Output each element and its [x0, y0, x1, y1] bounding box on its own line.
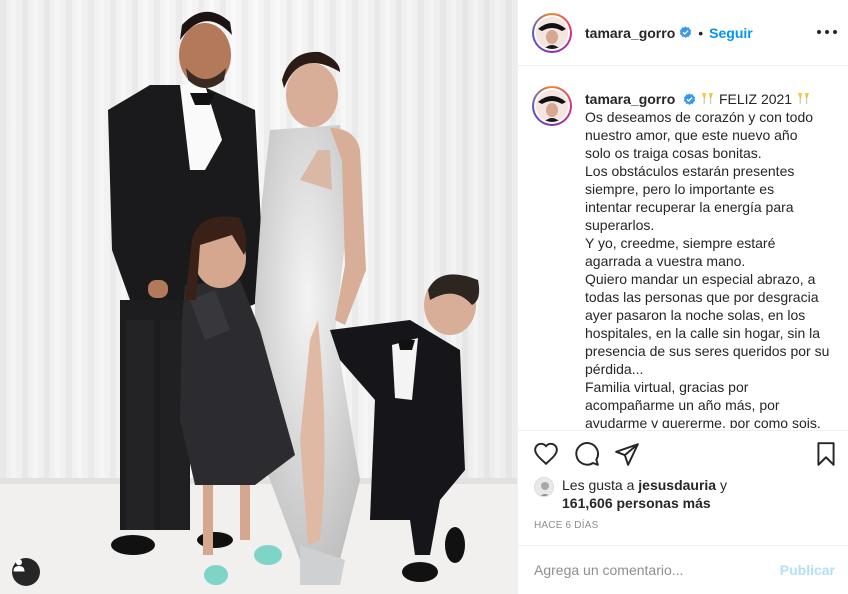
caption-username[interactable]: tamara_gorro [585, 91, 675, 107]
caption-line: ayudarme y quererme, por como sois. [585, 415, 821, 428]
champagne-toast-icon [702, 93, 714, 104]
comment-input[interactable] [534, 562, 780, 578]
caption-line: Familia virtual, gracias por [585, 379, 749, 395]
caption-line: solo os traiga cosas bonitas. [585, 145, 762, 161]
caption-line: hospitales, en la calle sin hogar, sin l… [585, 325, 821, 341]
post-photo[interactable] [0, 0, 517, 594]
save-bookmark-icon[interactable] [813, 441, 839, 467]
caption-line: Y yo, creedme, siempre estaré [585, 235, 776, 251]
caption-area: tamara_gorro FELIZ 2021 Os deseamos de c… [518, 66, 848, 428]
comment-bubble-icon[interactable] [574, 441, 600, 467]
follow-button[interactable]: Seguir [709, 25, 753, 41]
caption-line: Os deseamos de corazón y con todo [585, 109, 814, 125]
user-tag-icon[interactable] [12, 558, 40, 586]
post-timestamp[interactable]: HACE 6 DÍAS [534, 520, 598, 531]
caption-line: ayer pasaron la noche solas, en los [585, 307, 806, 323]
likes-prefix: Les gusta a [562, 477, 635, 493]
author-avatar-image [536, 16, 568, 49]
caption-line-0: FELIZ 2021 [718, 91, 793, 107]
caption-line: pérdida... [585, 361, 644, 377]
post-header: tamara_gorro • Seguir [518, 0, 848, 66]
caption-line: intentar recuperar la energía para [585, 199, 794, 215]
header-separator: • [698, 24, 704, 41]
caption-author-avatar[interactable] [532, 86, 572, 126]
likes-summary: Les gusta a jesusdauria y 161,606 person… [534, 476, 834, 512]
caption-line: Los obstáculos estarán presentes [585, 163, 795, 179]
post-actions [518, 430, 848, 472]
liker-username[interactable]: jesusdauria [638, 477, 716, 493]
caption-line: todas las personas que por desgracia [585, 289, 819, 305]
caption-line: nuestro amor, que este nuevo año [585, 127, 798, 143]
verified-badge-icon [680, 26, 692, 38]
caption-verified-badge-icon [683, 93, 696, 105]
caption-line: superarlos. [585, 217, 655, 233]
caption-line: agarrada a vuestra mano. [585, 253, 746, 269]
caption-avatar-image [536, 90, 568, 122]
post-comment-button[interactable]: Publicar [780, 562, 835, 578]
person-silhouette-icon [13, 559, 25, 572]
caption-line: presencia de sus seres queridos por su [585, 343, 830, 359]
family-photo-illustration [0, 0, 517, 594]
liker-avatar[interactable] [534, 477, 554, 497]
liker-avatar-image [535, 478, 553, 496]
share-paper-plane-icon[interactable] [614, 441, 640, 467]
author-username[interactable]: tamara_gorro [585, 25, 675, 41]
author-avatar[interactable] [532, 12, 572, 53]
like-heart-icon[interactable] [533, 441, 559, 467]
more-options-icon[interactable] [817, 24, 837, 40]
caption-text: tamara_gorro FELIZ 2021 Os deseamos de c… [585, 86, 833, 428]
caption-line: siempre, pero lo importante es [585, 181, 775, 197]
likes-count[interactable]: 161,606 personas más [562, 495, 711, 511]
comment-bar: Publicar [518, 545, 848, 594]
caption-line: acompañarme un año más, por [585, 397, 780, 413]
champagne-toast-icon [797, 93, 809, 104]
caption-line: Quiero mandar un especial abrazo, a [585, 271, 816, 287]
likes-conjunction: y [720, 477, 727, 493]
post-side-panel: tamara_gorro • Seguir tamara_gorro FELIZ… [517, 0, 848, 594]
